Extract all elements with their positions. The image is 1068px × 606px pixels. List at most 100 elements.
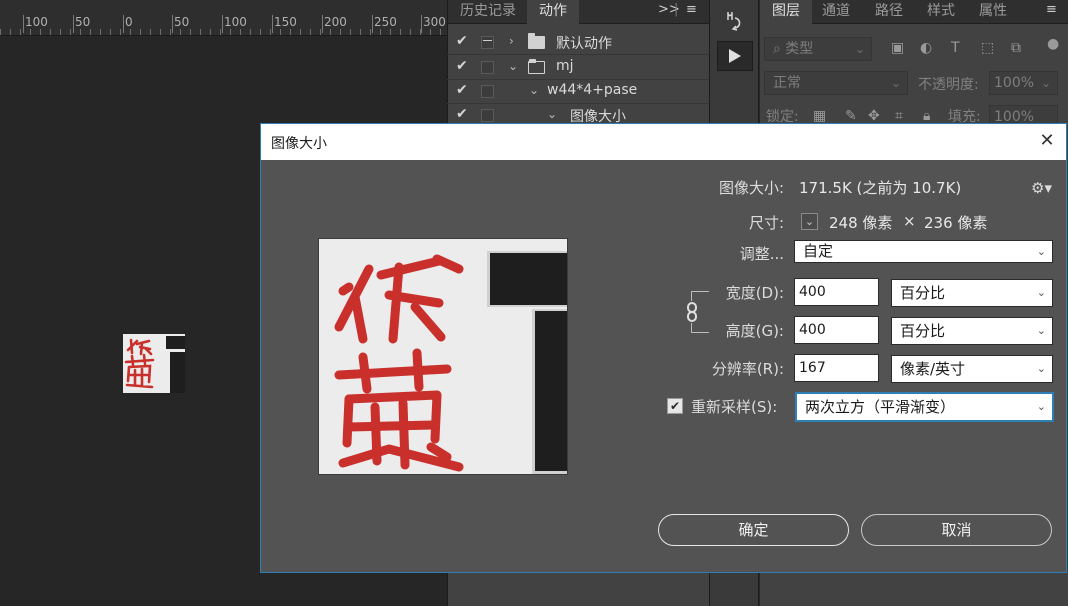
dimensions-times: × [903, 212, 916, 230]
layer-filter-select[interactable]: ⌕ 类型 ⌄ [764, 37, 872, 61]
history-toggle-icon[interactable] [717, 6, 753, 36]
actions-panel-tabs: 历史记录 动作 >> | ≡ [448, 0, 709, 24]
folder-open-icon [528, 59, 545, 74]
resample-checkbox[interactable]: ✔ [667, 398, 683, 414]
panel-menu-icon[interactable]: ≡ [1046, 2, 1057, 17]
height-input[interactable]: 400 [794, 316, 879, 344]
tab-actions[interactable]: 动作 [527, 0, 579, 24]
folder-icon [528, 33, 545, 49]
lock-all-icon[interactable]: 🔒︎ [923, 108, 930, 124]
dimensions-height: 236 像素 [924, 214, 988, 232]
opacity-value: 100% [994, 75, 1035, 91]
chevron-down-icon: ⌄ [890, 76, 901, 90]
dialog-title: 图像大小 [271, 136, 327, 152]
chevron-down-icon[interactable]: ⌄ [547, 107, 557, 121]
tab-properties[interactable]: 属性 [967, 0, 1019, 24]
dimensions-unit-toggle[interactable]: ⌄ [801, 213, 818, 230]
lock-pixels-icon[interactable]: ✎ [845, 108, 857, 124]
dialog-toggle-icon[interactable] [481, 36, 494, 49]
image-size-label: 图像大小: [718, 179, 784, 197]
dialog-toggle-icon[interactable] [481, 61, 494, 74]
dialog-toggle-icon[interactable] [481, 109, 494, 122]
tab-styles[interactable]: 样式 [915, 0, 967, 24]
check-icon[interactable]: ✔ [456, 83, 470, 97]
tab-layers[interactable]: 图层 [760, 0, 812, 24]
action-row[interactable]: ✔ ⌄ w44*4+pase [448, 79, 710, 103]
smart-object-filter-icon[interactable]: ⧉ [1011, 40, 1021, 56]
ruler-label: 50 [75, 15, 91, 29]
chevron-down-icon: ⌄ [1036, 362, 1046, 375]
link-constrain-icon[interactable] [683, 301, 700, 323]
type-filter-icon[interactable]: T [951, 40, 960, 56]
check-icon[interactable]: ✔ [456, 59, 470, 73]
resample-method-value: 两次立方（平滑渐变） [805, 398, 956, 416]
resolution-input[interactable]: 167 [794, 354, 879, 382]
blend-mode-select[interactable]: 正常 ⌄ [764, 71, 908, 95]
image-size-value: 171.5K (之前为 10.7K) [799, 179, 962, 197]
gear-icon[interactable]: ⚙︎▾ [1031, 179, 1052, 197]
height-label: 高度(G): [725, 322, 784, 340]
ruler-label: 200 [324, 15, 347, 29]
height-unit-select[interactable]: 百分比 ⌄ [891, 317, 1053, 345]
action-set-label: mj [556, 58, 574, 74]
panel-menu-icon[interactable]: ≡ [686, 2, 697, 17]
chevron-down-icon: ⌄ [1040, 76, 1051, 90]
chevron-down-icon[interactable]: ⌄ [529, 83, 539, 97]
ruler-label: 50 [174, 15, 190, 29]
ruler-label: 100 [25, 15, 48, 29]
action-set-row[interactable]: ✔ › 默认动作 [448, 30, 710, 54]
ruler-label: 300 [423, 15, 446, 29]
filter-toggle-icon[interactable]: ● [1047, 36, 1059, 52]
chevron-down-icon: ⌄ [1036, 400, 1046, 413]
dialog-titlebar[interactable]: 图像大小 ✕ [261, 124, 1066, 160]
resample-method-select[interactable]: 两次立方（平滑渐变） ⌄ [796, 393, 1053, 421]
adjustment-filter-icon[interactable]: ◐ [920, 40, 932, 56]
image-preview[interactable] [318, 238, 568, 475]
chevron-down-icon[interactable]: ⌄ [508, 59, 518, 73]
opacity-label: 不透明度: [918, 77, 979, 93]
chevron-down-icon: ⌄ [1036, 286, 1046, 299]
document-image[interactable] [123, 334, 185, 393]
image-filter-icon[interactable]: ▣ [891, 40, 904, 56]
shape-filter-icon[interactable]: ⬚ [981, 40, 994, 56]
lock-artboard-icon[interactable]: ⌗ [895, 108, 903, 124]
chevron-down-icon: ⌄ [1036, 245, 1046, 258]
check-icon[interactable]: ✔ [456, 34, 470, 48]
check-icon[interactable]: ✔ [456, 107, 470, 121]
tab-paths[interactable]: 路径 [863, 0, 915, 24]
image-size-dialog: 图像大小 ✕ 图像大小: 171.5K (之前为 10.7K) ⚙︎▾ 尺寸: … [260, 123, 1067, 573]
height-unit-value: 百分比 [900, 322, 946, 340]
dimensions-label: 尺寸: [748, 214, 784, 232]
play-icon[interactable] [717, 41, 753, 71]
width-input[interactable]: 400 [794, 278, 879, 306]
cancel-button[interactable]: 取消 [861, 514, 1052, 546]
resolution-unit-value: 像素/英寸 [900, 360, 966, 378]
chevron-down-icon: ⌄ [854, 42, 865, 56]
ruler-label: 0 [125, 15, 133, 29]
dialog-toggle-icon[interactable] [481, 85, 494, 98]
lock-position-icon[interactable]: ✥ [868, 108, 880, 124]
ruler-label: 250 [374, 15, 397, 29]
tab-history[interactable]: 历史记录 [448, 0, 528, 24]
resolution-unit-select[interactable]: 像素/英寸 ⌄ [891, 355, 1053, 383]
width-label: 宽度(D): [725, 284, 784, 302]
horizontal-ruler: 100 50 0 50 100 150 200 250 300 [0, 0, 447, 36]
resolution-label: 分辨率(R): [711, 360, 784, 378]
ruler-label: 100 [224, 15, 247, 29]
ok-button[interactable]: 确定 [658, 514, 849, 546]
dimensions-width: 248 像素 [829, 214, 893, 232]
close-icon[interactable]: ✕ [1036, 130, 1058, 152]
layer-filter-label: 类型 [785, 41, 814, 57]
layers-panel-tabs: 图层 通道 路径 样式 属性 ≡ [760, 0, 1068, 24]
lock-transparent-icon[interactable]: ▦ [813, 108, 826, 124]
action-label: w44*4+pase [547, 82, 638, 98]
width-unit-value: 百分比 [900, 284, 946, 302]
fit-to-label: 调整... [739, 245, 784, 263]
width-unit-select[interactable]: 百分比 ⌄ [891, 279, 1053, 307]
opacity-field[interactable]: 100% ⌄ [989, 71, 1058, 95]
action-set-label: 默认动作 [556, 36, 612, 52]
chevron-right-icon[interactable]: › [509, 34, 514, 48]
fit-to-select[interactable]: 自定 ⌄ [794, 240, 1053, 263]
action-set-row[interactable]: ✔ ⌄ mj [448, 55, 710, 79]
tab-channels[interactable]: 通道 [810, 0, 862, 24]
